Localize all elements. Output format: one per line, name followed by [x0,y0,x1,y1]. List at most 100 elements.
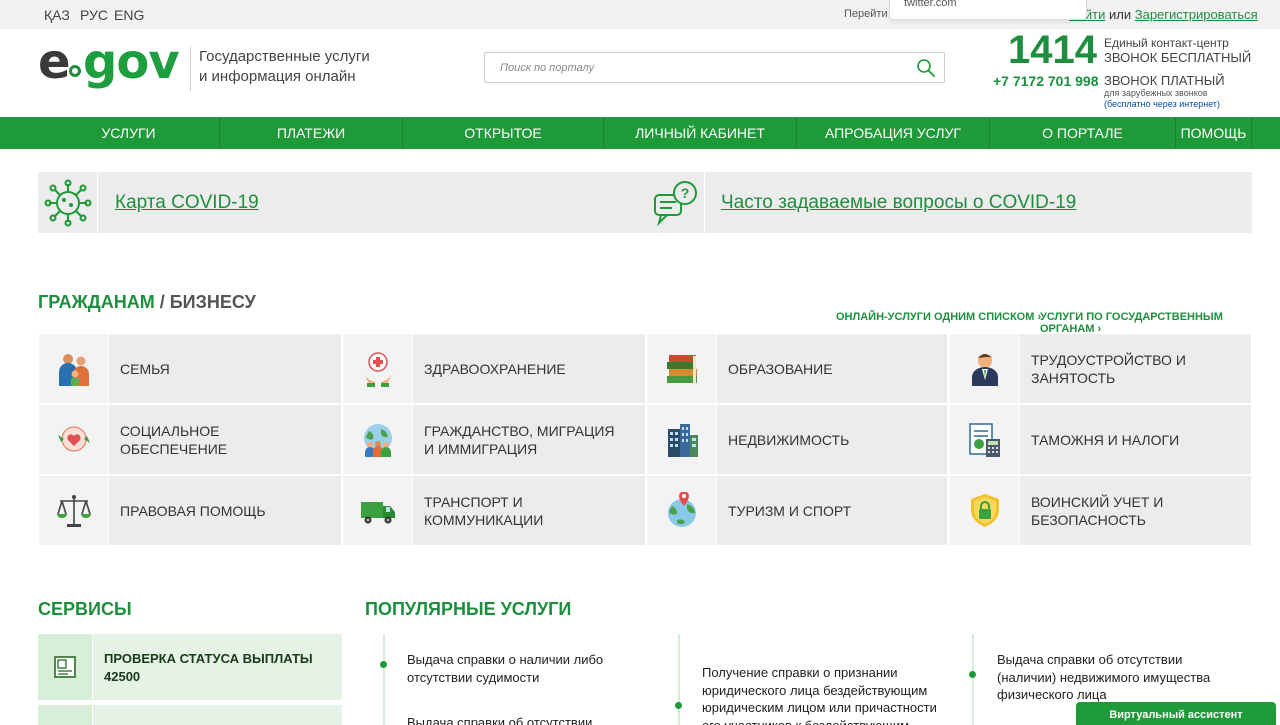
category-real-estate[interactable]: НЕДВИЖИМОСТЬ [647,405,947,474]
timeline-line [972,634,974,725]
category-label: НЕДВИЖИМОСТЬ [728,431,850,448]
contact-number[interactable]: 1414 [1008,28,1097,73]
services-by-agencies-link[interactable]: УСЛУГИ ПО ГОСУДАРСТВЕННЫМ ОРГАНАМ › [1040,311,1280,335]
timeline-dot [380,661,387,668]
globe-people-icon [343,405,413,474]
citizens-business-title: ГРАЖДАНАМ / БИЗНЕСУ [38,292,256,313]
nav-services[interactable]: УСЛУГИ [38,117,220,149]
books-icon [647,334,717,403]
citizens-tab[interactable]: ГРАЖДАНАМ [38,292,155,312]
logo-gov: gov [83,34,180,90]
category-family[interactable]: СЕМЬЯ [39,334,341,403]
healthcare-icon [343,334,413,403]
category-citizenship[interactable]: ГРАЖДАНСТВО, МИГРАЦИЯ И ИММИГРАЦИЯ [343,405,645,474]
business-tab[interactable]: БИЗНЕСУ [170,292,256,312]
nav-open-government[interactable]: ОТКРЫТОЕ ПРАВИТЕЛЬСТВО [403,117,604,173]
tax-document-icon [950,405,1020,474]
svg-text:?: ? [680,185,689,201]
main-nav: УСЛУГИ ПЛАТЕЖИ ОТКРЫТОЕ ПРАВИТЕЛЬСТВО ЛИ… [0,117,1280,173]
popular-item-criminal-record[interactable]: Выдача справки о наличии либо отсутствии… [407,651,637,686]
nav-approbation[interactable]: АПРОБАЦИЯ УСЛУГ [797,117,990,149]
register-link[interactable]: Зарегистрироваться [1135,7,1258,22]
virus-icon [38,172,98,233]
covid-faq-banner[interactable]: ? Часто задаваемые вопросы о COVID-19 [645,172,1252,233]
contact-free: ЗВОНОК БЕСПЛАТНЫЙ [1104,50,1252,65]
logo-e: e [38,34,71,90]
search-input[interactable] [485,53,905,82]
scales-icon [39,476,109,545]
search-box [484,52,945,83]
category-social-security[interactable]: СОЦИАЛЬНОЕ ОБЕСПЕЧЕНИЕ [39,405,341,474]
category-label: СЕМЬЯ [120,360,170,377]
category-label: ОБРАЗОВАНИЕ [728,360,833,377]
buildings-icon [647,405,717,474]
virtual-assistant-button[interactable]: Виртуальный ассистент [1076,702,1276,725]
paid-label: ЗВОНОК ПЛАТНЫЙ [1104,73,1225,88]
category-label: ТРУДОУСТРОЙСТВО И ЗАНЯТОСТЬ [1031,351,1186,386]
truck-icon [343,476,413,545]
foreign-label: для зарубежных звонков [1104,88,1208,98]
category-customs-taxes[interactable]: ТАМОЖНЯ И НАЛОГИ [950,405,1251,474]
lang-rus[interactable]: РУС [80,7,108,23]
category-label: ТУРИЗМ И СПОРТ [728,502,852,519]
service-payment-status[interactable]: ПРОВЕРКА СТАТУСА ВЫПЛАТЫ 42500 [38,634,342,700]
popular-item-inactive-entity[interactable]: Получение справки о признании юридическо… [702,664,950,725]
category-label: ГРАЖДАНСТВО, МИГРАЦИЯ И ИММИГРАЦИЯ [424,422,615,457]
lang-kaz[interactable]: ҚАЗ [44,7,70,23]
free-net-label: (бесплатно через интернет) [1104,99,1221,109]
auth-links: Войти или Зарегистрироваться [1069,7,1258,22]
employee-icon [950,334,1020,403]
tagline-line2: и информация онлайн [199,68,356,85]
covid-map-link[interactable]: Карта COVID-19 [115,192,259,214]
category-label: ВОИНСКИЙ УЧЕТ И БЕЗОПАСНОСТЬ [1031,493,1164,528]
covid-faq-link[interactable]: Часто задаваемые вопросы о COVID-19 [721,192,1076,214]
category-healthcare[interactable]: ЗДРАВООХРАНЕНИЕ [343,334,645,403]
category-transport[interactable]: ТРАНСПОРТ И КОММУНИКАЦИИ [343,476,645,545]
category-tourism-sport[interactable]: ТУРИЗМ И СПОРТ [647,476,947,545]
service-next-icon [38,705,93,725]
nav-help[interactable]: ПОМОЩЬ [1176,117,1252,149]
category-label: ТАМОЖНЯ И НАЛОГИ [1031,431,1180,448]
covid-map-banner[interactable]: Карта COVID-19 [38,172,645,233]
logo-dot [69,65,81,77]
social-care-icon [39,405,109,474]
contact-label: Единый контакт-центр [1104,36,1229,50]
search-icon[interactable] [916,58,936,78]
timeline-line [678,634,680,725]
category-legal-aid[interactable]: ПРАВОВАЯ ПОМОЩЬ [39,476,341,545]
popular-item-real-estate-cert[interactable]: Выдача справки об отсутствии (наличии) н… [997,651,1237,704]
faq-chat-icon: ? [645,172,705,233]
nav-about[interactable]: О ПОРТАЛЕ [990,117,1176,149]
shield-lock-icon [950,476,1020,545]
globe-pin-icon [647,476,717,545]
category-employment[interactable]: ТРУДОУСТРОЙСТВО И ЗАНЯТОСТЬ [950,334,1251,403]
service-label: ПРОВЕРКА СТАТУСА ВЫПЛАТЫ 42500 [104,651,313,684]
service-next[interactable] [38,705,342,725]
tagline: Государственные услуги и информация онла… [190,47,370,91]
tagline-line1: Государственные услуги [199,48,370,65]
category-education[interactable]: ОБРАЗОВАНИЕ [647,334,947,403]
popup-text: twitter.com [904,0,957,9]
title-slash: / [154,292,170,312]
top-bar: ҚАЗ РУС ENG Перейти в р Войти или Зареги… [0,0,1280,29]
services-title: СЕРВИСЫ [38,599,132,619]
category-label: ПРАВОВАЯ ПОМОЩЬ [120,502,266,519]
or-text: или [1105,7,1135,22]
category-label: ЗДРАВООХРАНЕНИЕ [424,360,566,377]
document-icon [38,634,93,700]
category-military-security[interactable]: ВОИНСКИЙ УЧЕТ И БЕЗОПАСНОСТЬ [950,476,1251,545]
nav-personal-cabinet[interactable]: ЛИЧНЫЙ КАБИНЕТ [604,117,797,149]
popular-title: ПОПУЛЯРНЫЕ УСЛУГИ [365,599,572,619]
category-label: СОЦИАЛЬНОЕ ОБЕСПЕЧЕНИЕ [120,422,228,457]
online-services-list-link[interactable]: ОНЛАЙН-УСЛУГИ ОДНИМ СПИСКОМ › [836,311,1041,323]
paid-phone[interactable]: +7 7172 701 998 [993,73,1099,89]
egov-logo[interactable]: e gov [38,34,188,92]
timeline-dot [675,702,682,709]
nav-payments[interactable]: ПЛАТЕЖИ [220,117,403,149]
lang-eng[interactable]: ENG [114,7,144,23]
twitter-popup[interactable]: twitter.com [889,0,1087,20]
popular-item-next[interactable]: Выдача справки об отсутствии [407,714,637,725]
family-icon [39,334,109,403]
category-label: ТРАНСПОРТ И КОММУНИКАЦИИ [424,493,544,528]
timeline-line [383,634,385,725]
